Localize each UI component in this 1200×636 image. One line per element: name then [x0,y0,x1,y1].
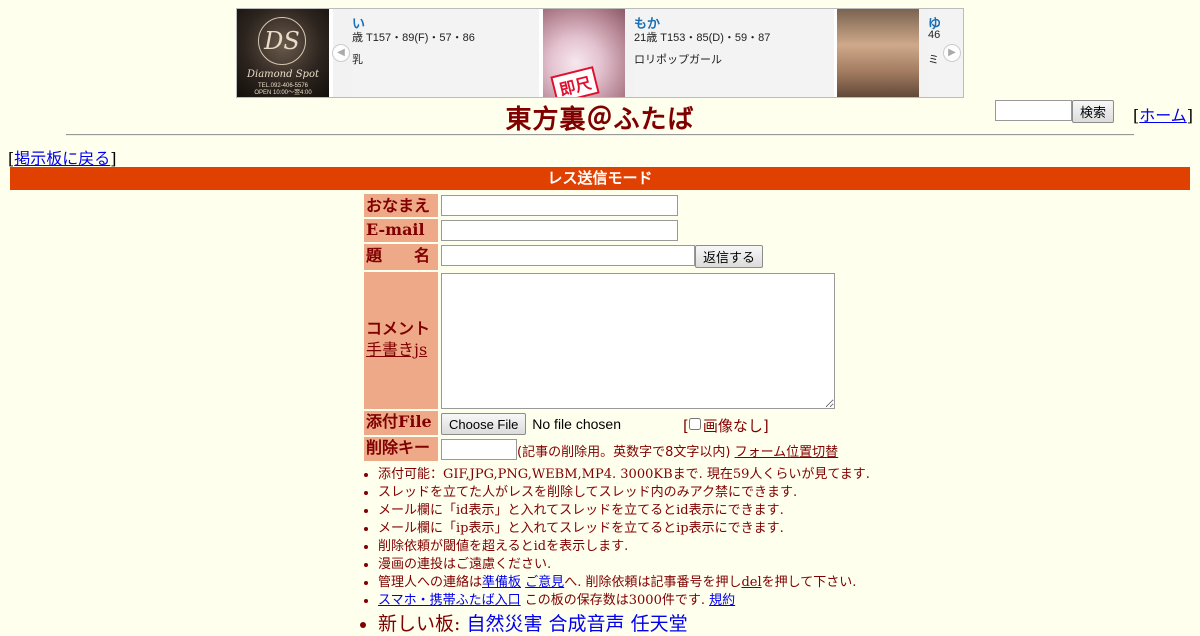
list-item: スマホ・携帯ふたば入口 この板の保存数は3000件です. 規約 [378,592,880,610]
ad-photo[interactable] [837,9,919,97]
board-link-synth-voice[interactable]: 合成音声 [549,613,625,635]
board-link-disaster[interactable]: 自然災害 [466,613,542,635]
no-image-label: 画像なし [702,417,763,435]
search-form: 検索 [995,100,1115,123]
ad-card-desc: 乳 [352,54,363,66]
ad-card-spec: 21歳 T153・85(D)・59・87 [634,32,771,44]
list-item: メール欄に「id表示」と入れてスレッドを立てるとid表示にできます. [378,502,880,520]
no-image-checkbox[interactable] [688,418,701,430]
name-input[interactable] [441,195,678,216]
new-boards-label: 新しい板: [378,613,461,635]
del-link[interactable]: del [741,575,761,590]
file-field-wrap: Choose File No file chosen [441,413,621,435]
list-item: スレッドを立てた人がレスを削除してスレッド内のみアク禁にできます. [378,484,880,502]
back-nav: [掲示板に戻る] [8,149,117,168]
back-to-board-link[interactable]: 掲示板に戻る [14,149,110,168]
delete-key-hint: (記事の削除用。英数字で8文字以内) [517,445,731,460]
home-nav: [ホーム] [1133,106,1194,125]
ad-card-desc: ミ [928,54,939,66]
delete-key-note: (記事の削除用。英数字で8文字以内) フォーム位置切替 [517,441,838,460]
search-input[interactable] [995,100,1072,121]
comment-label: コメント [366,319,431,338]
junbi-board-link[interactable]: 準備板 [482,575,521,590]
chevron-right-icon[interactable]: ▶ [943,44,961,62]
ad-logo-tel: TEL.092-406-5576 [257,83,309,89]
name-field-wrap [441,195,678,216]
mode-bar: レス送信モード [10,167,1190,190]
comment-field-wrap [441,273,835,413]
comment-textarea[interactable] [441,273,835,409]
file-label: 添付File [364,411,438,435]
ad-card-spec: 46 [928,29,941,41]
ad-logo-hours: OPEN 10:00〜翌4:00 [254,90,312,96]
storage-note: この板の保存数は3000件です. [524,593,705,608]
email-label: E-mail [364,219,438,242]
list-item: メール欄に「ip表示」と入れてスレッドを立てるとip表示にできます. [378,520,880,538]
delete-request-text: へ. 削除依頼は記事番号を押し [564,575,742,590]
delete-request-tail: を押して下さい. [761,575,857,590]
subject-label: 題 名 [364,244,438,270]
home-link[interactable]: ホーム [1139,106,1187,125]
delete-key-input[interactable] [441,439,517,460]
submit-reply-button[interactable]: 返信する [695,245,764,268]
form-position-toggle-link[interactable]: フォーム位置切替 [735,445,839,460]
notes-list: 添付可能：GIF,JPG,PNG,WEBM,MP4. 3000KBまで. 現在5… [360,466,880,636]
list-item: 漫画の連投はご遠慮ください. [378,556,880,574]
ad-logo[interactable]: DS Diamond Spot TEL.092-406-5576 OPEN 10… [237,9,329,97]
file-status: No file chosen [532,415,621,432]
mobile-entry-link[interactable]: スマホ・携帯ふたば入口 [378,593,521,608]
contact-text: 管理人への連絡は [378,575,483,590]
ad-banner[interactable]: DS Diamond Spot TEL.092-406-5576 OPEN 10… [236,8,964,98]
subject-input[interactable] [441,245,695,266]
tegaki-link[interactable]: 手書きjs [366,340,427,359]
ad-card[interactable]: い 歳 T157・89(F)・57・86 乳 [352,9,542,97]
ad-logo-monogram: DS [258,17,306,65]
ad-logo-script: Diamond Spot [247,69,319,80]
email-field-wrap [441,220,678,241]
chevron-left-icon[interactable]: ◀ [332,44,350,62]
feedback-link[interactable]: ご意見 [525,575,564,590]
name-label: おなまえ [364,194,438,217]
list-item: 削除依頼が閾値を超えるとidを表示します. [378,538,880,556]
comment-label-cell: コメント 手書きjs [364,272,438,409]
ad-card[interactable]: もか 21歳 T153・85(D)・59・87 ロリポップガール [634,9,834,97]
board-link-nintendo[interactable]: 任天堂 [631,613,688,635]
email-input[interactable] [441,220,678,241]
delete-key-field-wrap [441,439,517,460]
rules-link[interactable]: 規約 [709,593,735,608]
no-image-option: [画像なし] [683,417,769,435]
ad-card-desc: ロリポップガール [634,54,722,66]
ad-logo-contact: TEL.092-406-5576 OPEN 10:00〜翌4:00 [237,83,329,97]
list-item: 管理人への連絡は準備板 ご意見へ. 削除依頼は記事番号を押しdelを押して下さい… [378,574,880,592]
list-item: 添付可能：GIF,JPG,PNG,WEBM,MP4. 3000KBまで. 現在5… [378,466,880,484]
divider [66,134,1134,136]
list-item: 新しい板: 自然災害 合成音声 任天堂 [378,612,880,636]
search-button[interactable]: 検索 [1072,100,1115,123]
choose-file-button[interactable]: Choose File [441,413,527,435]
delete-key-label: 削除キー [364,437,438,461]
subject-field-wrap: 返信する [441,245,764,268]
ad-card-spec: 歳 T157・89(F)・57・86 [352,32,475,44]
